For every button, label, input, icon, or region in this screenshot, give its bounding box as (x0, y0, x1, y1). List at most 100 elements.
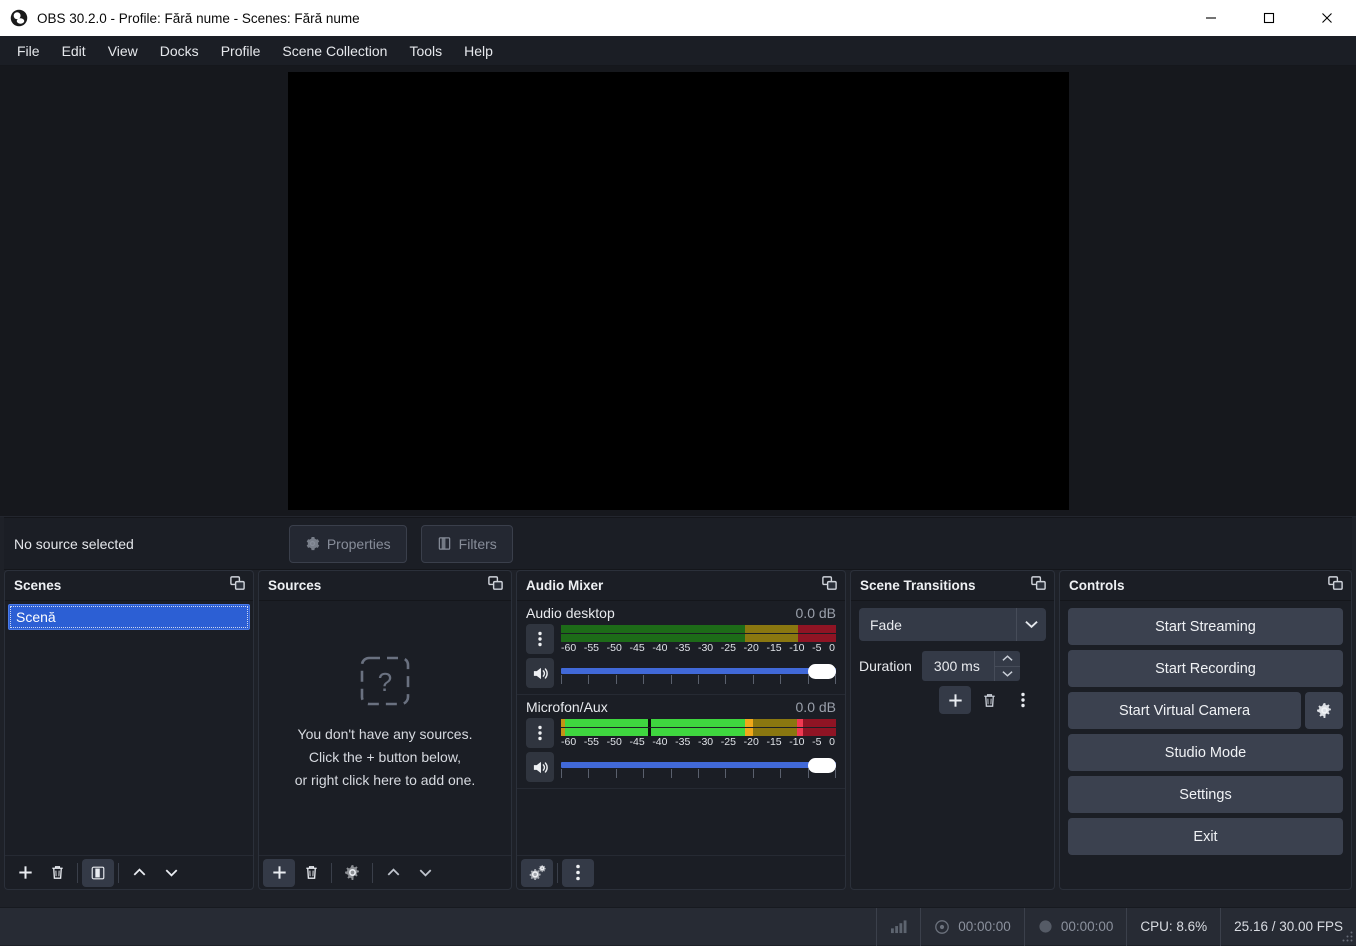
remove-source-button[interactable] (295, 859, 327, 887)
chevron-up-icon (384, 863, 403, 882)
add-transition-button[interactable] (939, 686, 971, 714)
volume-slider-handle[interactable] (808, 664, 836, 679)
chevron-up-icon (1002, 655, 1013, 662)
toolbar-divider (77, 863, 78, 883)
duration-increment-button[interactable] (995, 651, 1020, 666)
vertical-dots-icon (1021, 692, 1025, 708)
chevron-down-icon[interactable] (1016, 608, 1046, 641)
float-dock-icon[interactable] (821, 575, 838, 597)
menu-scene-collection[interactable]: Scene Collection (271, 37, 398, 65)
transition-menu-button[interactable] (1007, 686, 1039, 714)
scene-list-item[interactable]: Scenă (8, 604, 250, 630)
close-button[interactable] (1298, 0, 1356, 36)
menu-profile[interactable]: Profile (210, 37, 272, 65)
sources-title: Sources (268, 578, 321, 593)
duration-field[interactable]: 300 ms (922, 651, 1020, 681)
preview-canvas[interactable] (288, 72, 1069, 510)
record-time-value: 00:00:00 (1061, 919, 1114, 934)
transitions-toolbar (859, 686, 1046, 714)
volume-slider-handle[interactable] (808, 758, 836, 773)
meter-tick: -10 (789, 736, 804, 748)
add-scene-button[interactable] (9, 859, 41, 887)
trash-icon (981, 692, 998, 709)
transitions-body: Fade Duration 300 ms (851, 601, 1054, 889)
mixer-channel-name: Audio desktop (526, 605, 615, 621)
meter-tick: -40 (652, 642, 667, 654)
record-dot-icon (1038, 919, 1053, 934)
mixer-channel-db: 0.0 dB (796, 605, 836, 621)
advanced-audio-properties-button[interactable] (521, 859, 553, 887)
filters-button[interactable]: Filters (421, 525, 513, 563)
sources-empty-state: ? You don't have any sources. Click the … (259, 601, 511, 855)
add-source-button[interactable] (263, 859, 295, 887)
chevron-down-icon (1002, 670, 1013, 677)
float-dock-icon[interactable] (1327, 575, 1344, 597)
meter-tick: -50 (607, 642, 622, 654)
sources-dock-header: Sources (259, 571, 511, 601)
meter-tick: -45 (629, 736, 644, 748)
mixer-channel-menu-button[interactable] (526, 624, 554, 654)
remove-scene-button[interactable] (41, 859, 73, 887)
stream-time-value: 00:00:00 (958, 919, 1011, 934)
move-source-up-button[interactable] (377, 859, 409, 887)
resize-grip-icon[interactable] (1341, 930, 1354, 943)
meter-bar-left (561, 719, 836, 727)
menu-docks[interactable]: Docks (149, 37, 210, 65)
record-timer: 00:00:00 (1024, 908, 1127, 946)
move-source-down-button[interactable] (409, 859, 441, 887)
network-status (876, 908, 920, 946)
start-recording-button[interactable]: Start Recording (1068, 650, 1343, 687)
volume-slider-track (561, 668, 836, 674)
float-dock-icon[interactable] (229, 575, 246, 597)
minimize-icon (1205, 12, 1217, 24)
signal-bars-icon (890, 919, 907, 934)
meter-tick: -55 (584, 736, 599, 748)
start-virtual-camera-button[interactable]: Start Virtual Camera (1068, 692, 1301, 729)
mute-toggle-button[interactable] (526, 752, 554, 782)
source-properties-button[interactable] (336, 859, 368, 887)
mixer-channel-header: Microfon/Aux 0.0 dB (526, 699, 836, 715)
studio-mode-button[interactable]: Studio Mode (1068, 734, 1343, 771)
menu-edit[interactable]: Edit (51, 37, 97, 65)
volume-slider[interactable] (561, 662, 836, 684)
scenes-list[interactable]: Scenă (5, 601, 253, 633)
exit-button[interactable]: Exit (1068, 818, 1343, 855)
maximize-button[interactable] (1240, 0, 1298, 36)
menu-help[interactable]: Help (453, 37, 504, 65)
float-dock-icon[interactable] (1030, 575, 1047, 597)
meter-tick: 0 (829, 736, 835, 748)
mute-toggle-button[interactable] (526, 658, 554, 688)
duration-decrement-button[interactable] (995, 666, 1020, 682)
minimize-button[interactable] (1182, 0, 1240, 36)
preview-area[interactable] (0, 66, 1356, 517)
properties-button[interactable]: Properties (289, 525, 407, 563)
move-scene-up-button[interactable] (123, 859, 155, 887)
start-streaming-button[interactable]: Start Streaming (1068, 608, 1343, 645)
fps-status: 25.16 / 30.00 FPS (1220, 908, 1356, 946)
scene-name: Scenă (16, 609, 56, 625)
mixer-menu-button[interactable] (562, 859, 594, 887)
virtual-camera-config-button[interactable] (1305, 692, 1343, 729)
duration-spinner[interactable] (994, 651, 1020, 681)
settings-button[interactable]: Settings (1068, 776, 1343, 813)
move-scene-down-button[interactable] (155, 859, 187, 887)
menu-file[interactable]: File (6, 37, 51, 65)
meter-tick: -25 (721, 642, 736, 654)
sources-list-body[interactable]: ? You don't have any sources. Click the … (259, 601, 511, 855)
scene-filters-button[interactable] (82, 859, 114, 887)
menu-tools[interactable]: Tools (398, 37, 453, 65)
menu-view[interactable]: View (97, 37, 149, 65)
status-bar: 00:00:00 00:00:00 CPU: 8.6% 25.16 / 30.0… (0, 907, 1356, 945)
float-dock-icon[interactable] (487, 575, 504, 597)
remove-transition-button[interactable] (973, 686, 1005, 714)
mixer-channel-menu-button[interactable] (526, 718, 554, 748)
transition-select[interactable]: Fade (859, 608, 1046, 641)
volume-slider[interactable] (561, 756, 836, 778)
scenes-list-body[interactable]: Scenă (5, 601, 253, 855)
filters-label: Filters (459, 536, 497, 552)
meter-tick: -15 (766, 642, 781, 654)
mixer-channel-header: Audio desktop 0.0 dB (526, 605, 836, 621)
meter-bar-right (561, 728, 836, 736)
mixer-volume-row (526, 658, 836, 688)
vertical-dots-icon (576, 864, 580, 881)
